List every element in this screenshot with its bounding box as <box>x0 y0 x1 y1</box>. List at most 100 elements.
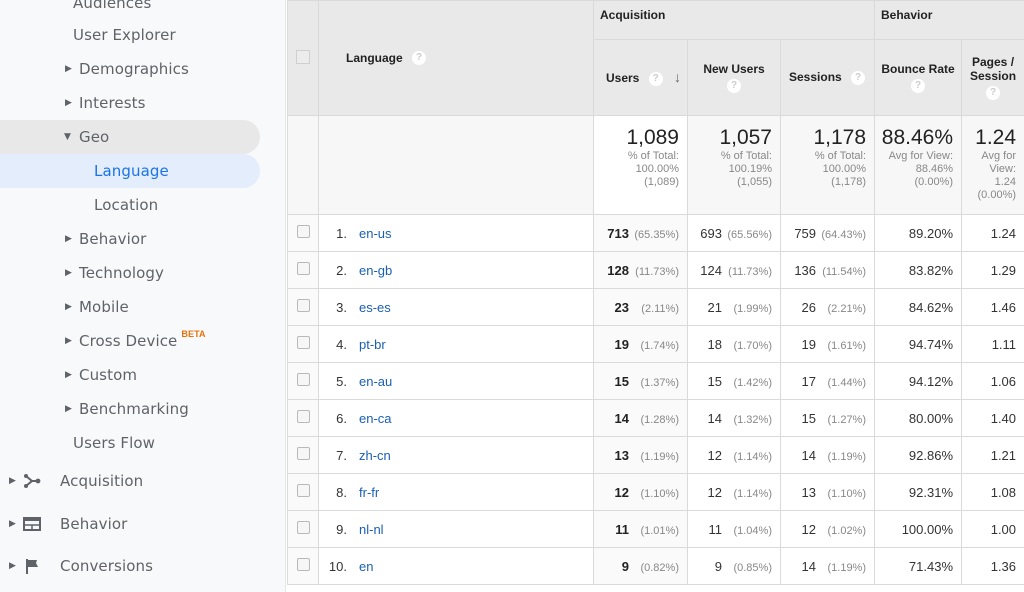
column-label: Pages / Session <box>970 54 1017 83</box>
row-checkbox[interactable] <box>296 521 310 534</box>
help-icon[interactable]: ? <box>851 70 866 85</box>
sidebar-item-demographics[interactable]: ▶ Demographics <box>0 52 189 86</box>
users-value: 19 <box>614 336 629 352</box>
sidebar-item-label: Interests <box>79 94 146 112</box>
sidebar-item-custom[interactable]: ▶ Custom <box>0 358 137 392</box>
row-checkbox[interactable] <box>296 484 310 497</box>
new-users-percent: (1.42%) <box>733 376 772 389</box>
column-header-pages-session[interactable]: Pages / Session ? <box>961 39 1024 116</box>
totals-row: 1,089 % of Total: 100.00% (1,089) 1,057 … <box>287 115 1024 215</box>
sessions-percent: (1.27%) <box>827 413 867 426</box>
language-link[interactable]: en-ca <box>359 411 392 426</box>
total-caption: (1,178) <box>831 176 867 188</box>
total-sessions: 1,178 % of Total: 100.00% (1,178) <box>779 115 876 215</box>
bounce-rate-value: 89.20% <box>908 225 954 241</box>
column-header-users[interactable]: Users ? ↓ <box>593 39 688 116</box>
dimension-header[interactable]: Language ? <box>318 0 594 116</box>
sessions-cell: 19 (1.61%) <box>779 325 876 363</box>
sidebar-section-acquisition[interactable]: ▶ Acquisition <box>0 464 286 498</box>
language-link[interactable]: zh-cn <box>359 448 391 463</box>
row-checkbox[interactable] <box>296 336 310 349</box>
new-users-cell: 9 (0.85%) <box>687 547 781 585</box>
sidebar-item-location[interactable]: Location <box>0 188 158 222</box>
new-users-cell: 14 (1.32%) <box>687 399 781 437</box>
row-index: 1. <box>336 225 347 241</box>
table-row: 4. pt-br 19 (1.74%) 18 (1.70%) 19 (1.61%) 94.74%… <box>287 325 1024 363</box>
pages-session-cell: 1.06 <box>961 362 1024 400</box>
sidebar-item-mobile[interactable]: ▶ Mobile <box>0 290 129 324</box>
total-caption: 100.19% <box>728 163 772 175</box>
pages-session-value: 1.21 <box>990 447 1017 463</box>
bounce-rate-value: 94.12% <box>908 373 954 389</box>
column-header-sessions[interactable]: Sessions ? <box>779 39 876 116</box>
row-checkbox[interactable] <box>296 373 310 386</box>
new-users-cell: 12 (1.14%) <box>687 436 781 474</box>
pages-session-cell: 1.40 <box>961 399 1024 437</box>
language-link[interactable]: en-gb <box>359 263 392 278</box>
new-users-percent: (11.73%) <box>728 265 772 278</box>
new-users-cell: 11 (1.04%) <box>687 510 781 548</box>
row-checkbox[interactable] <box>296 262 310 275</box>
sessions-percent: (1.10%) <box>827 487 867 500</box>
sidebar-item-benchmarking[interactable]: ▶ Benchmarking <box>0 392 189 426</box>
sidebar-item-interests[interactable]: ▶ Interests <box>0 86 146 120</box>
table-row: 2. en-gb 128 (11.73%) 124 (11.73%) 136 (11.54%)… <box>287 251 1024 289</box>
row-checkbox[interactable] <box>296 225 310 238</box>
language-cell: 2. en-gb <box>318 251 594 289</box>
help-icon[interactable]: ? <box>412 51 427 66</box>
sidebar-section-behavior[interactable]: ▶ Behavior <box>0 507 286 541</box>
sidebar-item-label: Behavior <box>79 230 147 248</box>
language-link[interactable]: en <box>359 559 373 574</box>
row-checkbox[interactable] <box>296 447 310 460</box>
total-caption: % of Total: <box>720 150 772 162</box>
sidebar-item-language[interactable]: Language <box>0 154 260 188</box>
help-icon[interactable]: ? <box>648 71 663 86</box>
language-link[interactable]: es-es <box>359 300 391 315</box>
language-link[interactable]: en-au <box>359 374 392 389</box>
caret-right-icon: ▶ <box>9 519 17 529</box>
bounce-rate-cell: 94.12% <box>874 362 963 400</box>
users-value: 14 <box>614 410 629 426</box>
select-all-checkbox[interactable] <box>296 49 310 64</box>
table-row: 1. en-us 713 (65.35%) 693 (65.56%) 759 (64.43%)… <box>287 214 1024 252</box>
pages-session-value: 1.08 <box>990 484 1017 500</box>
sidebar-section-label: Conversions <box>60 557 154 575</box>
sidebar-item-geo[interactable]: ▼ Geo <box>0 120 260 154</box>
new-users-cell: 18 (1.70%) <box>687 325 781 363</box>
language-link[interactable]: pt-br <box>359 337 386 352</box>
language-cell: 10. en <box>318 547 594 585</box>
sidebar-section-conversions[interactable]: ▶ Conversions <box>0 549 286 583</box>
sidebar-item-behavior-sub[interactable]: ▶ Behavior <box>0 222 146 256</box>
sidebar-item-user-explorer[interactable]: User Explorer <box>0 18 176 52</box>
sort-descending-icon[interactable]: ↓ <box>674 69 681 85</box>
sessions-value: 19 <box>801 336 817 352</box>
sessions-cell: 12 (1.02%) <box>779 510 876 548</box>
sidebar-item-audiences[interactable]: Audiences <box>0 0 151 20</box>
sessions-value: 17 <box>801 373 817 389</box>
row-checkbox[interactable] <box>296 299 310 312</box>
pages-session-cell: 1.11 <box>961 325 1024 363</box>
total-caption: View: <box>989 163 1017 175</box>
pages-session-cell: 1.00 <box>961 510 1024 548</box>
new-users-value: 11 <box>708 521 723 537</box>
row-checkbox[interactable] <box>296 410 310 423</box>
sessions-cell: 136 (11.54%) <box>779 251 876 289</box>
bounce-rate-cell: 92.86% <box>874 436 963 474</box>
language-link[interactable]: nl-nl <box>359 522 384 537</box>
group-label: Acquisition <box>600 8 666 22</box>
column-header-new-users[interactable]: New Users ? <box>687 39 781 116</box>
sidebar-item-users-flow[interactable]: Users Flow <box>0 426 155 460</box>
language-link[interactable]: fr-fr <box>359 485 379 500</box>
language-link[interactable]: en-us <box>359 226 392 241</box>
help-icon[interactable]: ? <box>911 79 926 94</box>
sidebar-item-label: Cross Device <box>79 332 178 350</box>
sidebar-item-technology[interactable]: ▶ Technology <box>0 256 164 290</box>
sidebar-item-cross-device[interactable]: ▶ Cross Device BETA <box>0 324 206 358</box>
sessions-cell: 13 (1.10%) <box>779 473 876 511</box>
table-row: 6. en-ca 14 (1.28%) 14 (1.32%) 15 (1.27%) 80.00%… <box>287 399 1024 437</box>
column-header-bounce-rate[interactable]: Bounce Rate ? <box>874 39 963 116</box>
pages-session-cell: 1.24 <box>961 214 1024 252</box>
row-checkbox[interactable] <box>296 558 310 571</box>
help-icon[interactable]: ? <box>727 79 741 94</box>
help-icon[interactable]: ? <box>986 86 1001 101</box>
